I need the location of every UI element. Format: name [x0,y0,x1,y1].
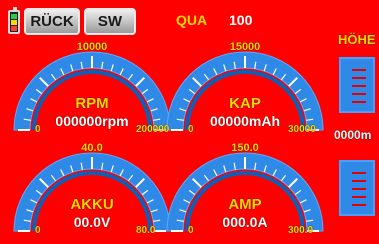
altitude-value: 0000m [334,128,372,142]
altitude-lower-bar [339,160,375,216]
current-gauge-title: AMP [228,196,262,213]
current-gauge-mid: 150.0 [231,142,259,154]
rpm-gauge-title: RPM [75,95,109,112]
altitude-upper-bar [339,57,375,113]
rpm-gauge-value: 000000rpm [55,113,129,129]
current-gauge-max: 300.0 [288,225,314,236]
altitude-label: HÖHE [338,32,376,47]
telemetry-screen: RÜCK SW QUA 100 10000 RPM 000000rpm 0 20… [0,0,379,244]
voltage-gauge-mid: 40.0 [81,142,103,154]
rpm-gauge-max: 200000 [136,124,170,135]
voltage-gauge-value: 00.0V [73,214,111,230]
capacity-gauge-mid: 15000 [229,41,261,53]
capacity-gauge-min: 0 [188,124,194,135]
voltage-gauge-title: AKKU [70,196,114,213]
voltage-gauge-max: 80.0 [136,225,156,236]
capacity-gauge-title: KAP [229,95,261,112]
current-gauge-min: 0 [188,225,194,236]
capacity-gauge-max: 30000 [288,124,316,135]
rpm-gauge-mid: 10000 [76,41,108,53]
voltage-gauge-min: 0 [35,225,41,236]
capacity-gauge-value: 00000mAh [209,113,281,129]
current-gauge-value: 000.0A [222,214,268,230]
rpm-gauge-min: 0 [35,124,41,135]
